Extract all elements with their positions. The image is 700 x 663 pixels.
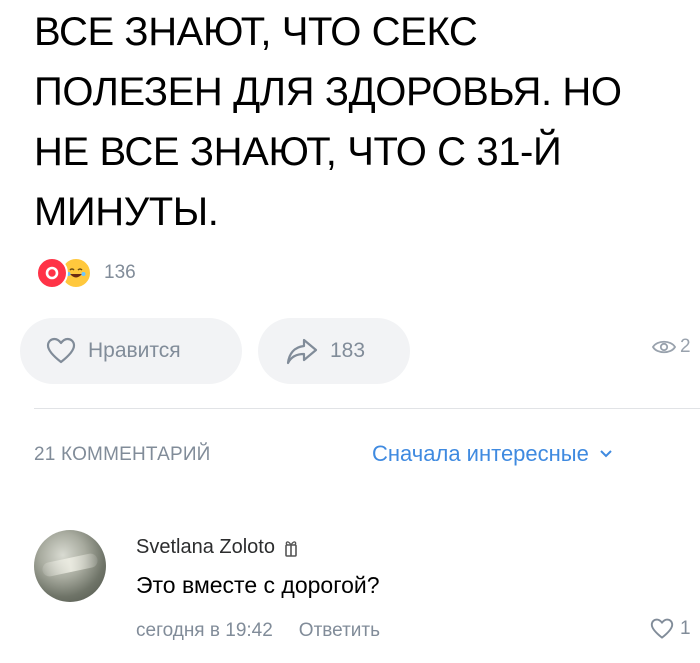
heart-outline-icon	[650, 618, 674, 639]
share-count: 183	[330, 339, 366, 362]
divider	[34, 408, 700, 409]
views-counter: 2	[652, 336, 691, 358]
eye-icon	[652, 340, 676, 354]
heart-icon	[36, 257, 68, 289]
post-text: ВСЕ ЗНАЮТ, ЧТО СЕКС ПОЛЕЗЕН ДЛЯ ЗДОРОВЬЯ…	[34, 10, 622, 234]
post-screen: ВСЕ ЗНАЮТ, ЧТО СЕКС ПОЛЕЗЕН ДЛЯ ЗДОРОВЬЯ…	[0, 0, 700, 663]
comment-like-count: 1	[680, 618, 691, 639]
heart-outline-icon	[46, 337, 76, 364]
comment-like-button[interactable]: 1	[650, 618, 691, 640]
comments-count: 21 КОММЕНТАРИЙ	[34, 444, 211, 465]
comment-time: сегодня в 19:42	[136, 620, 273, 641]
comment-meta: сегодня в 19:42 Ответить	[136, 620, 380, 642]
reply-button[interactable]: Ответить	[299, 620, 380, 642]
author-name: Svetlana Zoloto	[136, 536, 275, 558]
chevron-down-icon	[600, 450, 612, 458]
like-button[interactable]: Нравится	[20, 318, 242, 384]
gift-badge-icon	[285, 540, 297, 557]
reactions-summary[interactable]: 136	[36, 257, 136, 289]
comments-sort-dropdown[interactable]: Сначала интересные	[372, 441, 613, 467]
comment-author[interactable]: Svetlana Zoloto	[136, 536, 299, 559]
sort-label: Сначала интересные	[372, 441, 589, 466]
avatar[interactable]	[34, 530, 106, 602]
like-label: Нравится	[88, 339, 181, 362]
reactions-count: 136	[104, 262, 136, 283]
share-button[interactable]: 183	[258, 318, 410, 384]
comment-text: Это вместе с дорогой?	[136, 572, 380, 598]
views-count: 2	[680, 336, 691, 357]
share-arrow-icon	[286, 338, 318, 365]
